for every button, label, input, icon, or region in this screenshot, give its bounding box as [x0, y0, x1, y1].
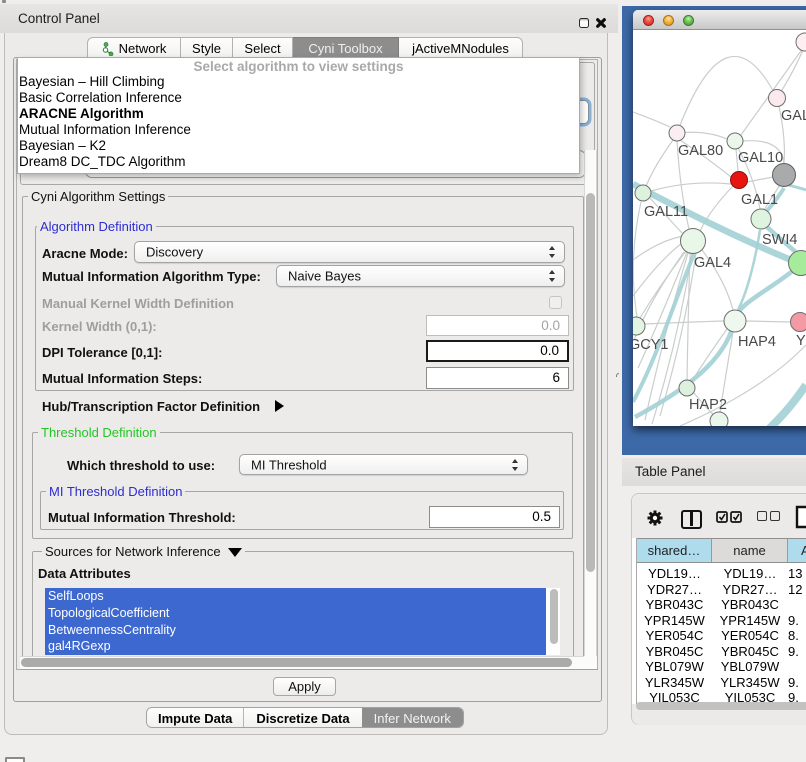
svg-text:GAL80: GAL80 — [678, 143, 723, 159]
svg-text:GAL10: GAL10 — [738, 150, 783, 166]
svg-text:YM: YM — [796, 333, 806, 349]
svg-text:HAP2: HAP2 — [689, 397, 727, 413]
svg-text:HAP4: HAP4 — [738, 334, 776, 350]
svg-text:GAL1: GAL1 — [741, 192, 778, 208]
svg-text:GAL4: GAL4 — [694, 255, 731, 271]
svg-text:SWI4: SWI4 — [762, 232, 797, 248]
svg-text:GAL11: GAL11 — [644, 204, 688, 220]
svg-text:GAL2: GAL2 — [781, 108, 806, 124]
svg-text:GCY1: GCY1 — [633, 337, 669, 353]
